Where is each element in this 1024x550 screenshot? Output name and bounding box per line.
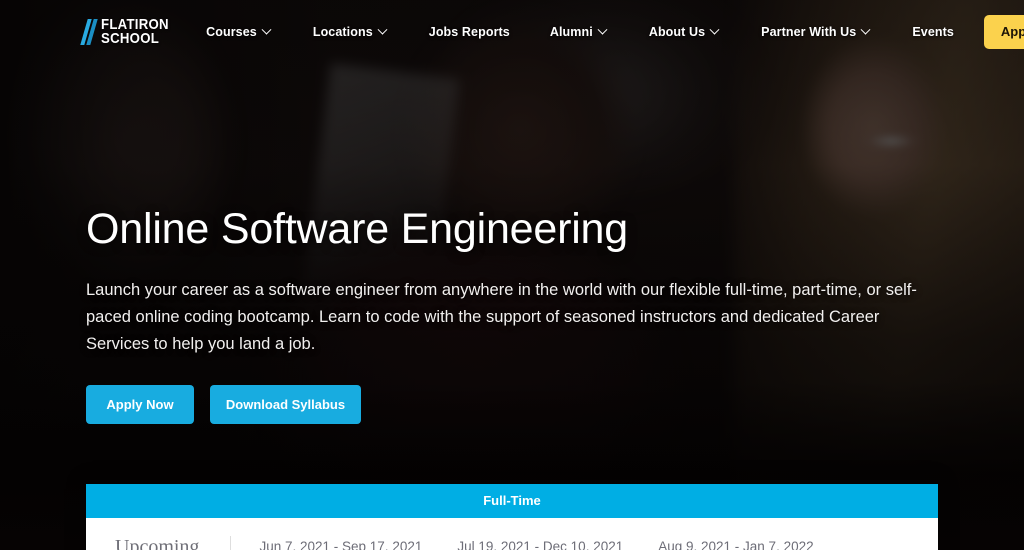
nav-apply-now-button[interactable]: Apply Now	[983, 15, 1024, 49]
logo-slashes-icon	[80, 19, 98, 45]
nav-item-partner-with-us[interactable]: Partner With Us	[761, 17, 871, 47]
nav-item-locations[interactable]: Locations	[312, 17, 388, 47]
nav-item-courses-label: Courses	[206, 25, 257, 39]
more-dates-link-wrap: More Dates	[849, 539, 938, 550]
download-syllabus-button[interactable]: Download Syllabus	[210, 385, 361, 425]
nav-item-events-label: Events	[912, 25, 954, 39]
nav-item-jobs-reports[interactable]: Jobs Reports	[429, 17, 510, 47]
chevron-down-icon	[377, 24, 388, 35]
nav-item-courses[interactable]: Courses	[206, 17, 272, 47]
main-navigation-bar: FLATIRON SCHOOL Courses Locations Jobs R…	[0, 0, 1024, 64]
schedule-dates-list: Jun 7, 2021 - Sep 17, 2021 Jul 19, 2021 …	[231, 536, 938, 550]
hero-subtitle: Launch your career as a software enginee…	[86, 281, 917, 353]
page-title: Online Software Engineering	[86, 205, 628, 253]
nav-item-events[interactable]: Events	[912, 17, 954, 47]
page-root: FLATIRON SCHOOL Courses Locations Jobs R…	[0, 0, 1024, 550]
nav-item-about-us-label: About Us	[648, 25, 706, 39]
chevron-down-icon	[709, 24, 720, 35]
schedule-panel: Full-Time Upcoming Jun 7, 2021 - Sep 17,…	[86, 484, 938, 550]
schedule-row-label: Upcoming	[115, 536, 200, 550]
hero-button-group: Apply Now Download Syllabus	[86, 385, 946, 425]
nav-item-alumni-label: Alumni	[549, 25, 593, 39]
nav-item-alumni[interactable]: Alumni	[549, 17, 608, 47]
nav-links: Courses Locations Jobs Reports Alumni Ab…	[206, 15, 1024, 49]
flatiron-school-logo[interactable]: FLATIRON SCHOOL	[80, 17, 178, 47]
nav-item-about-us[interactable]: About Us	[648, 17, 720, 47]
schedule-tab-full-time[interactable]: Full-Time	[86, 484, 938, 518]
nav-item-partner-with-us-label: Partner With Us	[761, 25, 857, 39]
chevron-down-icon	[261, 24, 272, 35]
nav-item-jobs-reports-label: Jobs Reports	[428, 25, 510, 39]
chevron-down-icon	[597, 24, 608, 35]
hero-content: Online Software Engineering Launch your …	[86, 205, 946, 425]
schedule-row: Upcoming Jun 7, 2021 - Sep 17, 2021 Jul …	[86, 518, 938, 550]
schedule-date-option-2[interactable]: Jul 19, 2021 - Dec 10, 2021	[457, 539, 623, 550]
nav-item-locations-label: Locations	[312, 25, 373, 39]
logo-wordmark: FLATIRON SCHOOL	[101, 17, 178, 47]
logo-line-2: SCHOOL	[101, 30, 160, 47]
chevron-down-icon	[860, 24, 871, 35]
schedule-date-option-3[interactable]: Aug 9, 2021 - Jan 7, 2022	[658, 539, 813, 550]
apply-now-button[interactable]: Apply Now	[86, 385, 194, 425]
schedule-label-cell: Upcoming	[86, 536, 232, 550]
schedule-date-option-1[interactable]: Jun 7, 2021 - Sep 17, 2021	[259, 539, 422, 550]
